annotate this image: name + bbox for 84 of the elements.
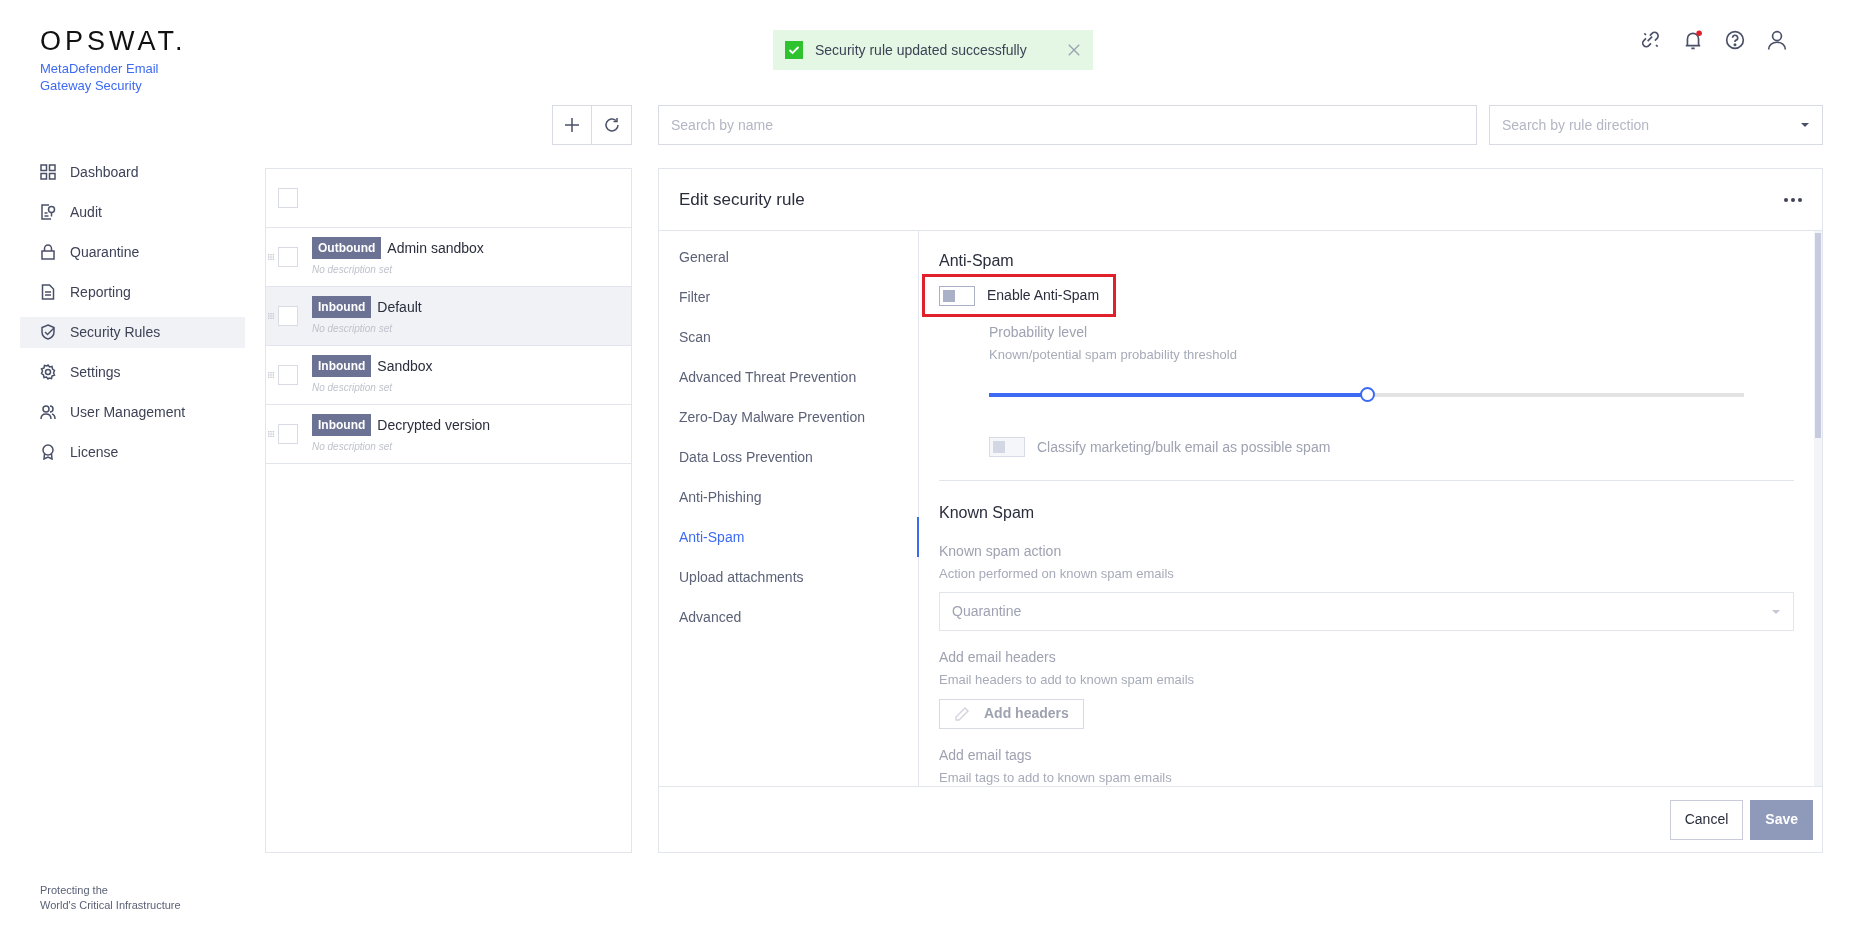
broken-link-icon[interactable]: [1641, 30, 1661, 50]
row-checkbox[interactable]: [278, 424, 298, 444]
refresh-button[interactable]: [592, 105, 632, 145]
drag-handle-icon: [268, 431, 274, 437]
section-heading: Anti-Spam: [939, 251, 1015, 271]
product-name: MetaDefender Email Gateway Security: [40, 61, 160, 95]
rule-name: Sandbox: [377, 356, 433, 376]
direction-tag: Outbound: [312, 237, 382, 259]
slider-thumb[interactable]: [1359, 386, 1375, 402]
drag-handle-icon: [268, 372, 274, 378]
refresh-icon: [603, 117, 620, 133]
section-heading: Known Spam: [939, 502, 1036, 523]
toggle-switch[interactable]: [939, 285, 975, 306]
row-checkbox[interactable]: [278, 365, 298, 385]
sidebar-item[interactable]: Settings: [20, 356, 245, 388]
section-tab[interactable]: Anti-Spam: [659, 517, 919, 557]
section-tab[interactable]: Advanced: [659, 597, 919, 637]
rule-name: Decrypted version: [377, 415, 491, 435]
row-checkbox[interactable]: [278, 306, 298, 326]
search-field[interactable]: Search by name: [658, 105, 1477, 145]
section-tab[interactable]: Advanced Threat Prevention: [659, 357, 919, 397]
direction-tag: Inbound: [312, 355, 372, 377]
document-search-icon: [40, 204, 56, 221]
gear-icon: [40, 364, 56, 381]
panel-title: Edit security rule: [679, 188, 805, 211]
caret-icon: [1771, 607, 1781, 616]
sidebar-item[interactable]: Reporting: [20, 276, 245, 308]
rule-description: No description set: [312, 440, 394, 454]
scrollbar[interactable]: [1814, 231, 1822, 786]
toggle-label: Classify marketing/bulk email as possible spam: [1037, 437, 1331, 457]
sidebar-item[interactable]: User Management: [20, 396, 245, 428]
add-button[interactable]: [552, 105, 592, 145]
sidebar-item[interactable]: Dashboard: [20, 156, 245, 188]
cancel-button[interactable]: Cancel: [1669, 799, 1744, 840]
field-label: Add email headers: [939, 648, 1057, 667]
field-label: Probability level: [989, 323, 1089, 342]
section-tab[interactable]: Upload attachments: [659, 557, 919, 597]
row-checkbox[interactable]: [278, 247, 298, 267]
field-hint: Email headers to add to known spam emails: [939, 671, 1196, 689]
sidebar-item[interactable]: Security Rules: [20, 316, 245, 348]
grid-icon: [40, 164, 56, 181]
section-tab[interactable]: Zero-Day Malware Prevention: [659, 397, 919, 437]
field-hint: Action performed on known spam emails: [939, 564, 1175, 583]
drag-handle-icon: [268, 313, 274, 319]
section-tab[interactable]: Anti-Phishing: [659, 477, 919, 517]
section-tab[interactable]: Data Loss Prevention: [659, 437, 919, 477]
drag-handle-icon: [268, 254, 274, 260]
field-hint: Email tags to add to known spam emails: [939, 768, 1173, 786]
rule-name: Default: [377, 297, 422, 317]
toast-message: Security rule updated successfully: [815, 40, 1027, 60]
field-hint: Known/potential spam probability threshold: [989, 346, 1238, 364]
user-icon[interactable]: [1767, 30, 1787, 50]
rule-description: No description set: [312, 263, 394, 277]
field-label: Known spam action: [939, 541, 1063, 561]
tagline: Protecting the World's Critical Infrastructure: [40, 883, 182, 913]
help-icon[interactable]: [1725, 30, 1745, 50]
select-all-checkbox[interactable]: [278, 188, 298, 208]
lock-icon: [40, 244, 56, 261]
plus-icon: [564, 117, 580, 133]
sidebar-item[interactable]: Audit: [20, 196, 245, 228]
logo: OPSWAT.: [40, 28, 188, 55]
bell-icon[interactable]: [1683, 30, 1703, 50]
sidebar-item[interactable]: License: [20, 436, 245, 468]
check-icon: [785, 41, 803, 59]
award-icon: [40, 444, 56, 461]
more-icon[interactable]: [1784, 197, 1802, 202]
field-label: Add email tags: [939, 745, 1033, 765]
section-tab[interactable]: Filter: [659, 277, 919, 317]
section-tab[interactable]: General: [659, 237, 919, 277]
rule-row[interactable]: Inbound Sandbox No description set: [266, 346, 631, 405]
sidebar-item[interactable]: Quarantine: [20, 236, 245, 268]
toggle-label: Enable Anti-Spam: [987, 286, 1100, 305]
section-tab[interactable]: Scan: [659, 317, 919, 357]
rule-row[interactable]: Inbound Decrypted version No description set: [266, 405, 631, 464]
document-icon: [40, 284, 56, 301]
close-icon[interactable]: [1067, 43, 1081, 57]
rule-name: Admin sandbox: [387, 238, 484, 258]
users-icon: [40, 404, 56, 421]
shield-check-icon: [40, 324, 56, 341]
direction-tag: Inbound: [312, 296, 372, 318]
caret-icon: [1800, 121, 1810, 129]
rule-description: No description set: [312, 381, 394, 395]
direction-tag: Inbound: [312, 414, 372, 436]
pencil-icon: [954, 705, 970, 722]
